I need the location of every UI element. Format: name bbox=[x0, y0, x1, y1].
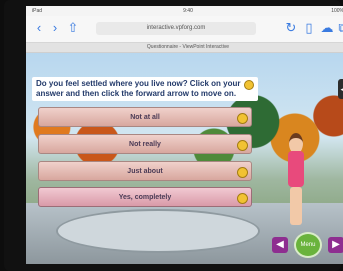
cloud-icon[interactable]: ☁ bbox=[320, 21, 334, 35]
answer-option-not-at-all[interactable]: Not at all bbox=[38, 107, 252, 127]
status-bar: iPad 9:40 100% bbox=[26, 6, 343, 16]
answer-option-yes-completely[interactable]: Yes, completely bbox=[38, 187, 252, 207]
forward-arrow-button[interactable]: ▶ bbox=[328, 237, 343, 253]
girl-character bbox=[281, 133, 311, 233]
skate-bowl bbox=[56, 209, 260, 253]
question-box: Do you feel settled where you live now? … bbox=[32, 77, 258, 101]
tablet-frame: iPad 9:40 100% ‹ › ⇧ interactive.vpforg.… bbox=[4, 0, 343, 271]
reload-icon[interactable]: ↻ bbox=[284, 21, 298, 35]
address-bar[interactable]: interactive.vpforg.com bbox=[96, 22, 256, 35]
answer-label: Just about bbox=[127, 168, 163, 175]
status-battery: 100% bbox=[331, 8, 343, 14]
browser-tab[interactable]: Questionnaire - ViewPoint Interactive bbox=[26, 43, 343, 53]
back-arrow-icon[interactable]: ‹ bbox=[32, 21, 46, 35]
character-body bbox=[288, 151, 304, 187]
bookmarks-icon[interactable]: ▯ bbox=[302, 21, 316, 35]
share-icon[interactable]: ⇧ bbox=[66, 21, 80, 35]
answer-label: Not really bbox=[129, 141, 161, 148]
tabs-icon[interactable]: ⧉ bbox=[336, 21, 343, 35]
audio-icon[interactable] bbox=[244, 80, 254, 90]
side-panel-arrow-button[interactable]: ◀ bbox=[338, 79, 343, 99]
back-arrow-button[interactable]: ◀ bbox=[272, 237, 288, 253]
menu-button[interactable]: Menu bbox=[294, 232, 322, 258]
question-text: Do you feel settled where you live now? … bbox=[36, 79, 241, 98]
audio-icon[interactable] bbox=[237, 193, 248, 204]
answer-option-not-really[interactable]: Not really bbox=[38, 134, 252, 154]
answer-label: Not at all bbox=[130, 114, 160, 121]
audio-icon[interactable] bbox=[237, 113, 248, 124]
browser-toolbar: ‹ › ⇧ interactive.vpforg.com ↻ ▯ ☁ ⧉ bbox=[26, 16, 343, 43]
screen: iPad 9:40 100% ‹ › ⇧ interactive.vpforg.… bbox=[26, 6, 343, 264]
forward-arrow-icon[interactable]: › bbox=[48, 21, 62, 35]
status-time: 9:40 bbox=[183, 8, 193, 14]
navigation-controls: ◀ Menu ▶ bbox=[272, 232, 343, 258]
game-stage: Do you feel settled where you live now? … bbox=[26, 53, 343, 264]
audio-icon[interactable] bbox=[237, 167, 248, 178]
audio-icon[interactable] bbox=[237, 140, 248, 151]
character-legs bbox=[290, 187, 302, 225]
answer-option-just-about[interactable]: Just about bbox=[38, 161, 252, 181]
answer-label: Yes, completely bbox=[118, 194, 172, 201]
